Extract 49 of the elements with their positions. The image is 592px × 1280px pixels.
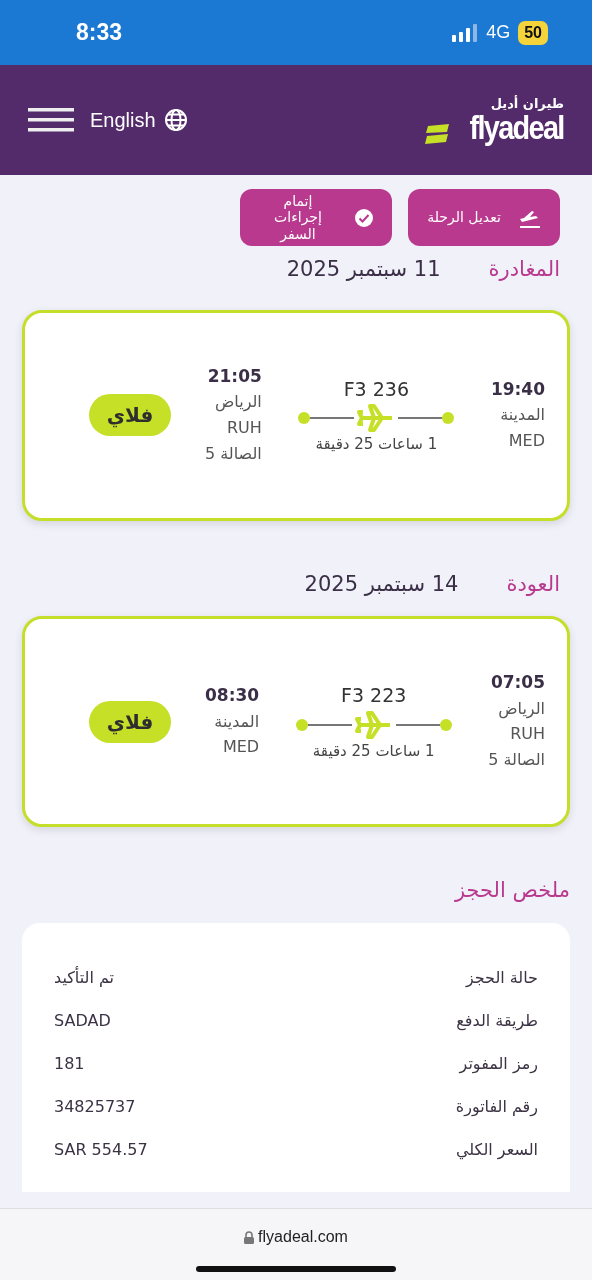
field-value: 34825737	[54, 1096, 136, 1118]
section-heading: المغادرة	[488, 256, 560, 283]
field-value: SAR 554.57	[54, 1139, 148, 1161]
lock-icon	[244, 1230, 255, 1244]
city-label: الرياض	[498, 697, 545, 721]
flight-number: F3 223	[341, 683, 407, 708]
battery-level: 50	[518, 20, 548, 45]
terminal-label: الصالة 5	[205, 442, 262, 465]
field-label: طريقة الدفع	[456, 1010, 538, 1033]
field-value: تم التأكيد	[54, 966, 115, 989]
duration-label: 1 ساعات 25 دقيقة	[315, 434, 438, 455]
field-label: رمز المفوتر	[459, 1053, 538, 1076]
city-label: المدينة	[214, 710, 260, 733]
time-label: 19:40	[490, 377, 545, 401]
time-label: 08:30	[205, 684, 260, 708]
check-in-button[interactable]: إتمام إجراءات السفر	[240, 189, 392, 246]
menu-icon[interactable]	[28, 108, 74, 132]
section-heading: ملخص الحجز	[453, 877, 570, 904]
edit-flight-button[interactable]: تعديل الرحلة	[408, 189, 560, 246]
city-label: الرياض	[214, 391, 262, 414]
duration-label: 1 ساعات 25 دقيقة	[312, 740, 435, 762]
airport-code: RUH	[510, 723, 545, 746]
field-label: حالة الحجز	[465, 967, 538, 989]
section-heading: العودة	[506, 570, 560, 598]
airport-code: MED	[222, 736, 260, 759]
flight-number: F3 236	[343, 376, 409, 402]
terminal-label: الصالة 5	[488, 749, 545, 772]
logo-subtitle: طيران أديل	[490, 96, 564, 110]
fare-badge: فلاي	[88, 394, 172, 436]
date-label: 14 سبتمبر 2025	[304, 570, 459, 598]
field-value: SADAD	[54, 1010, 111, 1032]
field-label: السعر الكلي	[456, 1139, 538, 1162]
time-label: 21:05	[207, 364, 262, 388]
url-text[interactable]: flyadeal.com	[258, 1225, 348, 1249]
fare-badge: فلاي	[88, 700, 172, 743]
field-label: رقم الفاتورة	[455, 1096, 538, 1119]
check-circle-icon	[354, 207, 374, 228]
time-label: 07:05	[490, 671, 545, 695]
network-label: 4G	[486, 21, 511, 44]
language-link[interactable]: English	[90, 105, 156, 135]
airport-code: MED	[508, 429, 545, 452]
city-label: المدينة	[500, 404, 545, 427]
logo-stripes-icon	[425, 123, 450, 144]
field-value: 181	[54, 1053, 85, 1075]
date-label: 11 سبتمبر 2025	[286, 256, 441, 283]
signal-icon	[452, 23, 479, 42]
airport-code: RUH	[226, 416, 262, 439]
globe-icon[interactable]	[163, 108, 188, 132]
clock-time: 8:33	[76, 18, 123, 48]
